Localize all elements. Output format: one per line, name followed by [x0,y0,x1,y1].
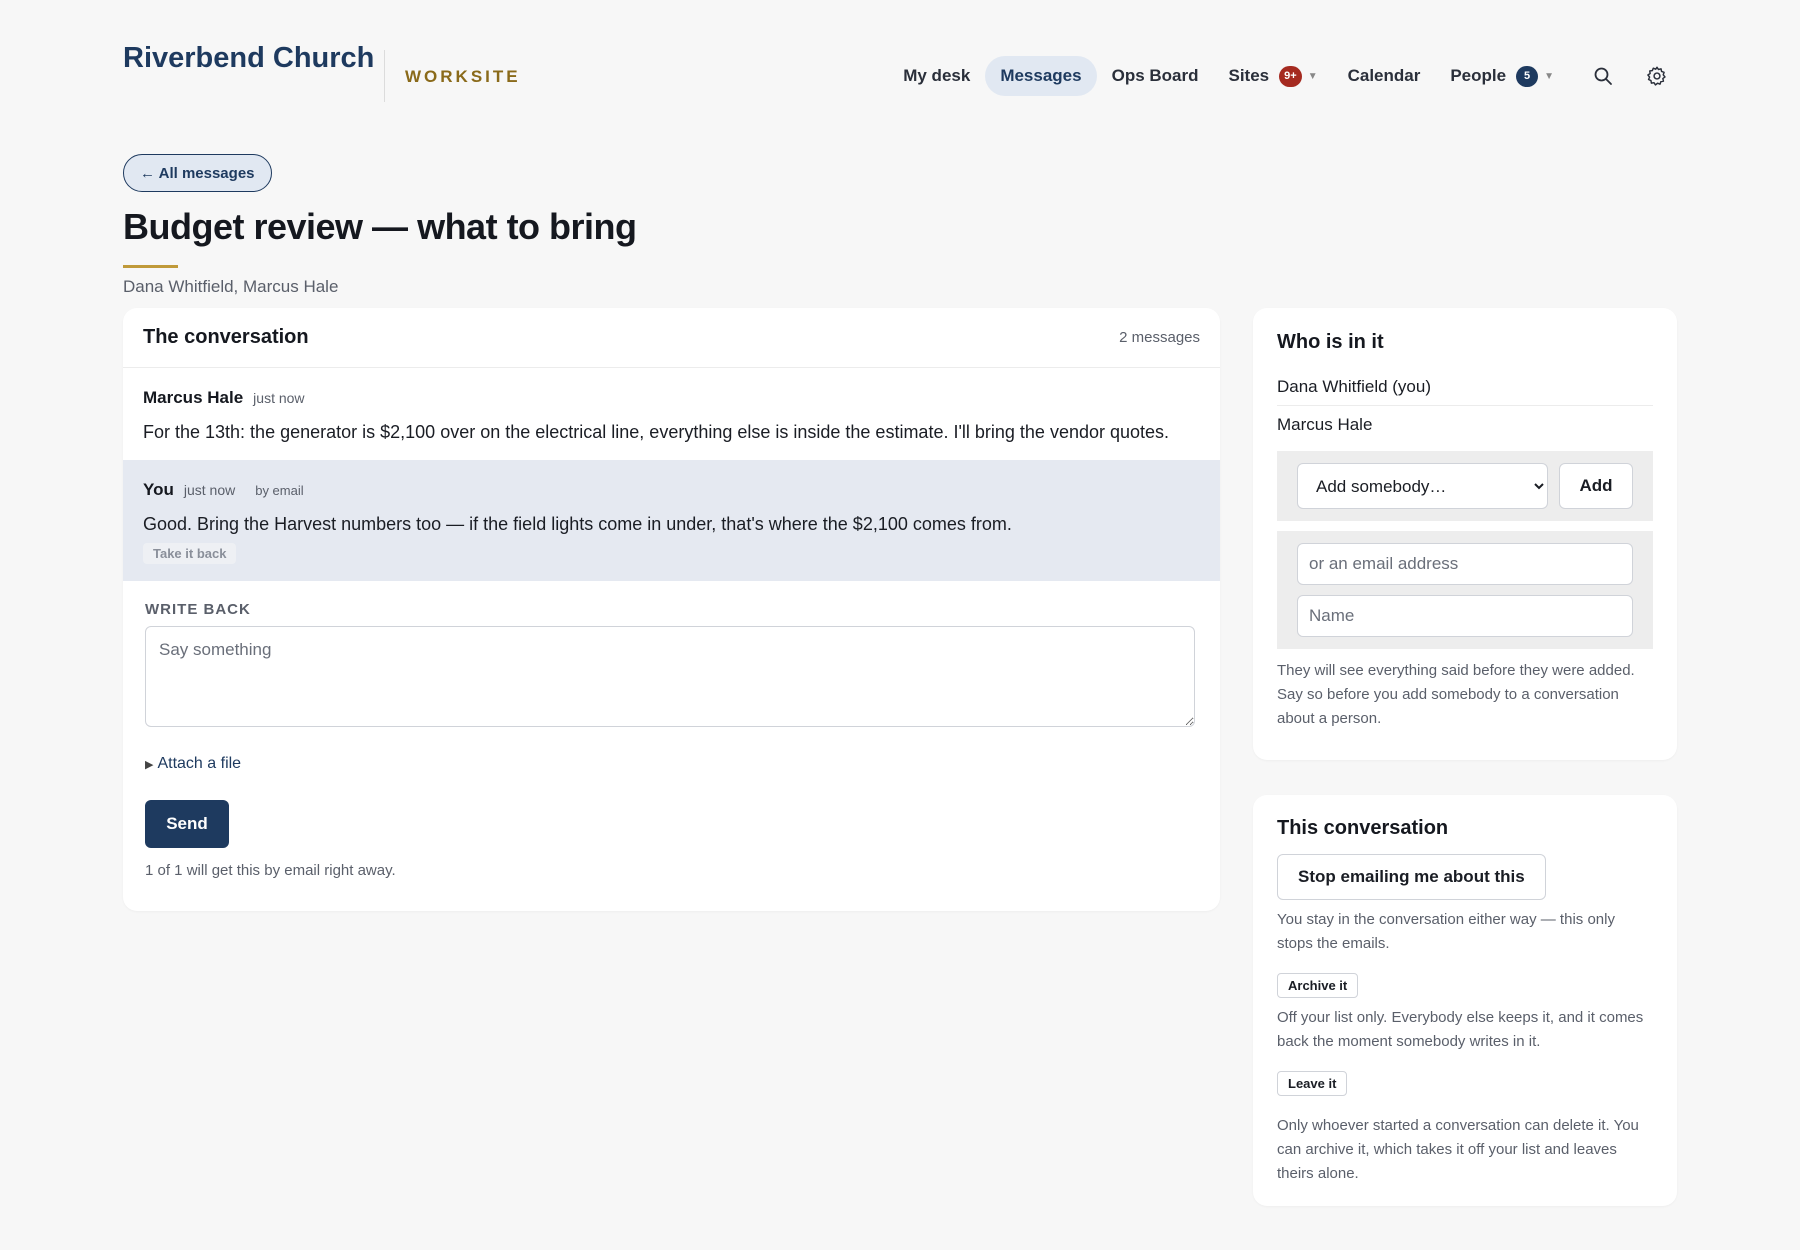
participants-line: Dana Whitfield, Marcus Hale [123,277,339,296]
title-underline [123,265,178,268]
message-time: just now [183,482,236,498]
brand-name[interactable]: Riverbend Church [123,42,374,75]
nav-my-desk[interactable]: My desk [888,56,985,96]
take-it-back-button[interactable]: Take it back [143,543,237,564]
search-icon [1594,67,1612,85]
attach-file-label: Attach a file [157,755,242,772]
write-back-label: WRITE BACK [145,601,251,618]
nav-ops-board[interactable]: Ops Board [1097,56,1214,96]
leave-button[interactable]: Leave it [1277,1071,1348,1096]
settings-button[interactable] [1637,56,1677,96]
nav-my-desk-label: My desk [903,66,971,85]
participants-title: Who is in it [1277,331,1384,353]
email-field[interactable] [1297,543,1633,585]
nav-sites-label: Sites [1228,66,1270,85]
add-participant-row: Add somebody… Add [1277,451,1653,521]
add-warning-note: They will see everything said before the… [1277,662,1635,727]
nav-messages-label: Messages [1000,66,1082,85]
all-messages-button[interactable]: ← All messages [123,154,272,192]
write-back-section: WRITE BACK ▶Attach a file Send 1 of 1 wi… [123,581,1220,899]
conversation-header: The conversation 2 messages [123,308,1220,368]
chevron-down-icon: ▼ [1544,70,1554,82]
add-button[interactable]: Add [1559,463,1633,509]
page-title: Budget review — what to bring [123,206,637,247]
nav-calendar-label: Calendar [1347,66,1421,85]
brand-divider [384,50,385,102]
participants-card: Who is in it Dana Whitfield (you) Marcus… [1253,308,1677,760]
nav-ops-board-label: Ops Board [1111,66,1199,85]
archive-note: Off your list only. Everybody else keeps… [1277,1009,1644,1050]
archive-button[interactable]: Archive it [1277,973,1359,998]
stop-emailing-note: You stay in the conversation either way … [1277,911,1615,952]
send-button[interactable]: Send [145,800,229,848]
participant-item: Marcus Hale [1277,415,1373,434]
add-somebody-select[interactable]: Add somebody… [1297,463,1548,509]
nav-people-label: People [1450,66,1507,85]
conversation-card: The conversation 2 messages Marcus Hale … [123,308,1220,911]
reply-textarea[interactable] [145,626,1195,727]
people-count-badge: 5 [1516,65,1539,87]
message-author: You [143,480,174,499]
attach-file-toggle[interactable]: ▶ Attach a file [145,755,1198,773]
gear-icon [1647,66,1666,86]
delete-note: Only whoever started a conversation can … [1277,1117,1639,1182]
brand-subtitle: WORKSITE [405,67,521,86]
search-button[interactable] [1583,56,1623,96]
conversation-actions-title: This conversation [1277,817,1449,839]
invite-by-email-box [1277,531,1653,649]
message-time: just now [253,390,305,406]
nav-people[interactable]: People 5 ▼ [1435,56,1569,96]
triangle-right-icon: ▶ [145,759,154,771]
conversation-actions-card: This conversation Stop emailing me about… [1253,795,1677,1206]
message-count: 2 messages [1119,329,1200,346]
message-body: For the 13th: the generator is $2,100 ov… [143,422,1170,442]
message-meta: Marcus Hale just now [143,388,1200,408]
nav-sites[interactable]: Sites 9+ ▼ [1214,56,1333,96]
message-item-own: You just now by email Good. Bring the Ha… [123,460,1220,581]
site-header: Riverbend Church WORKSITE My desk Messag… [123,40,1677,104]
sites-count-badge: 9+ [1279,65,1302,87]
main-nav: My desk Messages Ops Board Sites 9+ ▼ Ca… [888,56,1677,96]
message-author: Marcus Hale [143,388,244,407]
message-body: Good. Bring the Harvest numbers too — if… [143,514,1012,534]
message-item: Marcus Hale just now For the 13th: the g… [123,368,1220,460]
nav-messages[interactable]: Messages [985,56,1097,96]
conversation-title: The conversation [143,326,309,348]
send-note: 1 of 1 will get this by email right away… [145,862,396,879]
nav-calendar[interactable]: Calendar [1333,56,1436,96]
chevron-down-icon: ▼ [1307,70,1318,82]
stop-emailing-button[interactable]: Stop emailing me about this [1277,854,1546,900]
name-field[interactable] [1297,595,1633,637]
message-via: by email [255,483,304,498]
participant-item: Dana Whitfield (you) [1277,368,1653,406]
message-meta: You just now by email [143,480,1200,500]
